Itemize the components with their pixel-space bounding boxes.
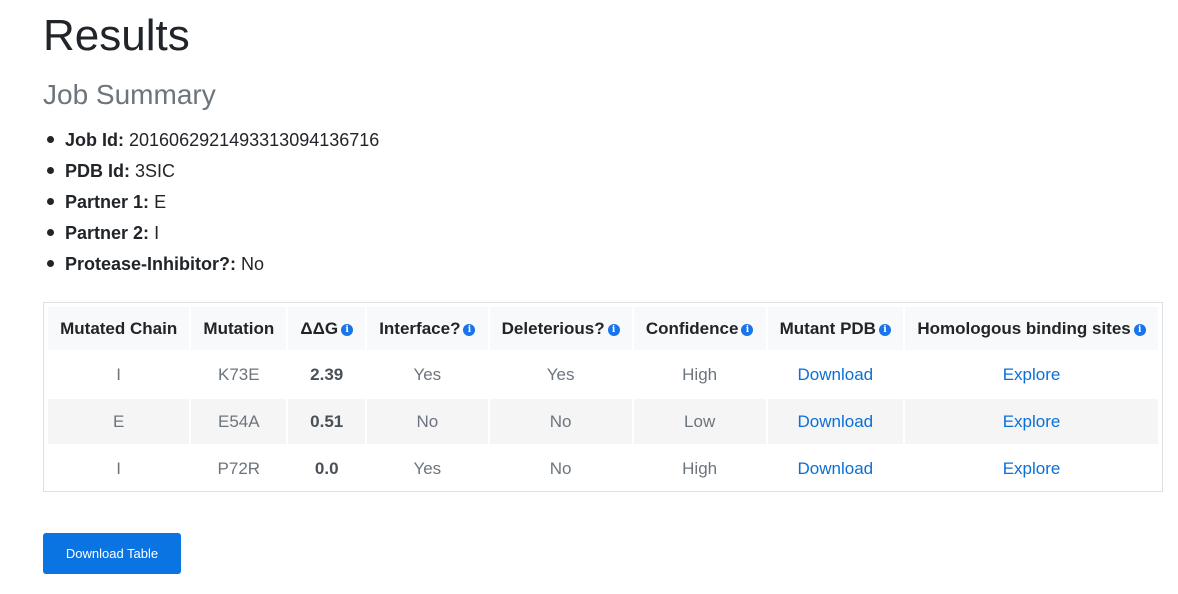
- explore-link[interactable]: Explore: [1003, 459, 1061, 478]
- info-icon[interactable]: i: [1133, 323, 1146, 336]
- cell-mutated-chain: E: [48, 399, 190, 444]
- summary-item-pdb-id: PDB Id: 3SIC: [43, 156, 379, 187]
- cell-homologous-sites: Explore: [905, 352, 1158, 397]
- results-table: Mutated Chain Mutation ΔΔG i Interface? i …: [46, 305, 1160, 493]
- summary-label: Job Id:: [65, 130, 124, 150]
- cell-deleterious: No: [489, 399, 632, 444]
- info-icon[interactable]: i: [463, 323, 476, 336]
- header-mutation: Mutation: [191, 307, 287, 350]
- header-deleterious: Deleterious? i: [489, 307, 632, 350]
- cell-mutant-pdb: Download: [768, 352, 904, 397]
- cell-mutant-pdb: Download: [767, 399, 904, 444]
- bullet-icon: [47, 229, 54, 236]
- info-icon[interactable]: i: [878, 323, 891, 336]
- summary-item-partner-1: Partner 1: E: [43, 187, 379, 218]
- cell-ddg: 0.0: [314, 458, 339, 478]
- explore-link[interactable]: Explore: [1003, 412, 1061, 431]
- header-mutated-chain: Mutated Chain: [48, 307, 190, 350]
- explore-link[interactable]: Explore: [1003, 365, 1061, 384]
- cell-ddg: 2.39: [310, 364, 344, 384]
- section-title-job-summary: Job Summary: [43, 79, 216, 110]
- summary-value: E: [154, 192, 167, 212]
- bullet-icon: [47, 167, 54, 174]
- results-table-container: Mutated Chain Mutation ΔΔG i Interface? i …: [43, 302, 1163, 492]
- cell-mutated-chain: I: [116, 458, 122, 478]
- cell-ddg: 0.51: [288, 399, 366, 444]
- bullet-icon: [47, 198, 54, 205]
- bullet-icon: [47, 136, 54, 143]
- download-pdb-link[interactable]: Download: [798, 412, 874, 431]
- info-icon[interactable]: i: [341, 323, 354, 336]
- header-mutant-pdb: Mutant PDB i: [767, 307, 904, 350]
- summary-label: PDB Id:: [65, 161, 130, 181]
- summary-label: Protease-Inhibitor?:: [65, 254, 237, 274]
- cell-interface: Yes: [413, 458, 442, 478]
- job-summary-list: Job Id: 2016062921493313094136716 PDB Id…: [43, 125, 379, 280]
- cell-interface: No: [367, 399, 488, 444]
- cell-homologous-sites: Explore: [905, 446, 1158, 491]
- summary-item-protease-inhibitor: Protease-Inhibitor?: No: [43, 249, 379, 280]
- header-confidence: Confidence i: [633, 307, 766, 350]
- table-row: I P72R 0.0 Yes No High Download Explore: [48, 446, 1158, 491]
- summary-value: I: [154, 223, 160, 243]
- header-homologous-binding-sites: Homologous binding sites i: [905, 307, 1158, 350]
- header-ddg: ΔΔG i: [288, 307, 366, 350]
- summary-value: 2016062921493313094136716: [129, 130, 380, 150]
- cell-deleterious: Yes: [546, 364, 575, 384]
- cell-homologous-sites: Explore: [905, 399, 1158, 444]
- cell-confidence: High: [682, 458, 718, 478]
- table-row: I K73E 2.39 Yes Yes High Download Explor…: [48, 352, 1158, 397]
- cell-mutated-chain: I: [116, 364, 122, 384]
- cell-mutation: E54A: [191, 399, 287, 444]
- cell-mutant-pdb: Download: [768, 446, 904, 491]
- summary-value: 3SIC: [135, 161, 176, 181]
- info-icon[interactable]: i: [607, 323, 620, 336]
- summary-item-partner-2: Partner 2: I: [43, 218, 379, 249]
- summary-label: Partner 2:: [65, 223, 150, 243]
- download-table-button[interactable]: Download Table: [43, 533, 181, 574]
- table-row: E E54A 0.51 No No Low Download Explore: [48, 399, 1158, 444]
- info-icon[interactable]: i: [741, 323, 754, 336]
- table-header-row: Mutated Chain Mutation ΔΔG i Interface? i …: [48, 307, 1158, 350]
- download-pdb-link[interactable]: Download: [798, 365, 874, 384]
- download-pdb-link[interactable]: Download: [798, 459, 874, 478]
- cell-confidence: Low: [633, 399, 766, 444]
- cell-deleterious: No: [549, 458, 572, 478]
- summary-item-job-id: Job Id: 2016062921493313094136716: [43, 125, 379, 156]
- cell-confidence: High: [682, 364, 718, 384]
- cell-mutation: K73E: [218, 364, 260, 384]
- cell-interface: Yes: [413, 364, 442, 384]
- cell-mutation: P72R: [217, 458, 261, 478]
- summary-value: No: [241, 254, 265, 274]
- bullet-icon: [47, 260, 54, 267]
- header-interface: Interface? i: [367, 307, 488, 350]
- page-title: Results: [43, 11, 190, 60]
- summary-label: Partner 1:: [65, 192, 150, 212]
